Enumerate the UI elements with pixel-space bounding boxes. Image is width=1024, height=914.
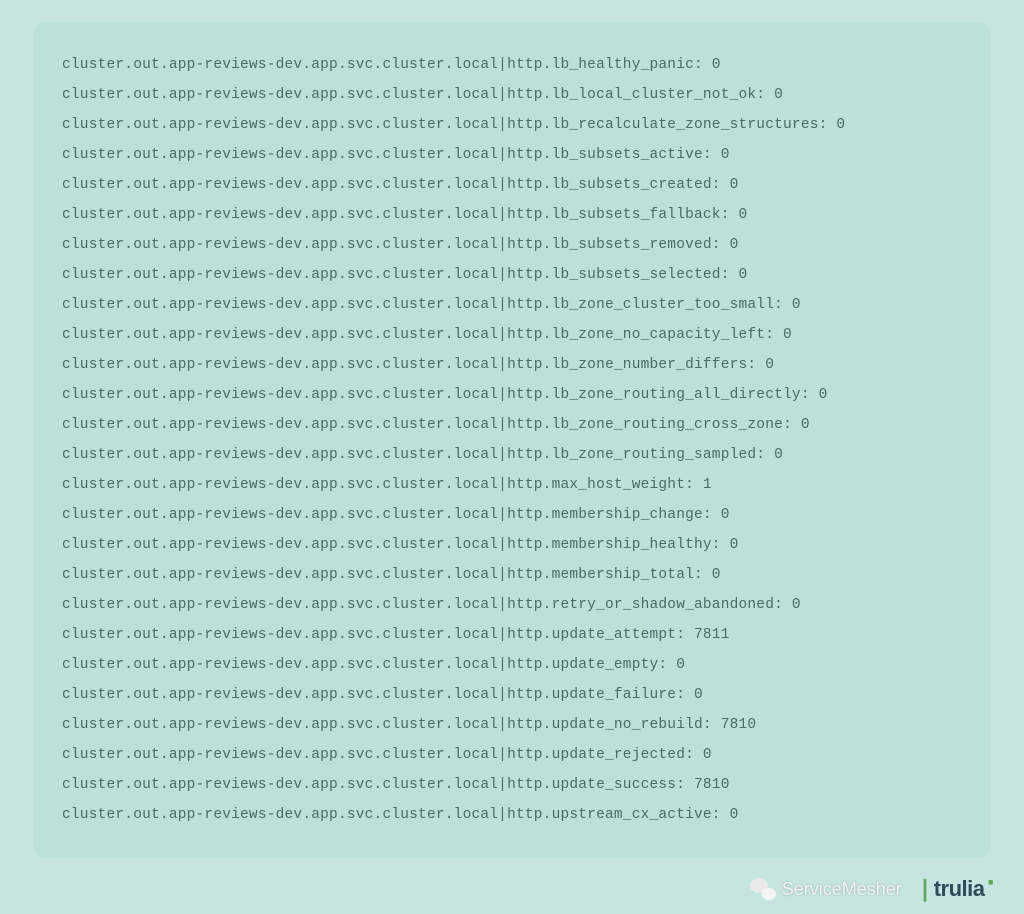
log-line: cluster.out.app-reviews-dev.app.svc.clus…	[62, 650, 962, 680]
log-line: cluster.out.app-reviews-dev.app.svc.clus…	[62, 770, 962, 800]
log-line: cluster.out.app-reviews-dev.app.svc.clus…	[62, 200, 962, 230]
footer: ServiceMesher ❘ trulia ·	[750, 876, 996, 902]
log-line: cluster.out.app-reviews-dev.app.svc.clus…	[62, 230, 962, 260]
log-line: cluster.out.app-reviews-dev.app.svc.clus…	[62, 140, 962, 170]
log-panel: cluster.out.app-reviews-dev.app.svc.clus…	[34, 22, 990, 858]
log-line: cluster.out.app-reviews-dev.app.svc.clus…	[62, 620, 962, 650]
log-line: cluster.out.app-reviews-dev.app.svc.clus…	[62, 560, 962, 590]
log-line: cluster.out.app-reviews-dev.app.svc.clus…	[62, 530, 962, 560]
trulia-text: trulia	[934, 876, 985, 902]
log-line: cluster.out.app-reviews-dev.app.svc.clus…	[62, 500, 962, 530]
log-line: cluster.out.app-reviews-dev.app.svc.clus…	[62, 260, 962, 290]
log-line: cluster.out.app-reviews-dev.app.svc.clus…	[62, 410, 962, 440]
log-line: cluster.out.app-reviews-dev.app.svc.clus…	[62, 80, 962, 110]
pin-icon: ❘	[916, 876, 934, 902]
wechat-icon	[750, 878, 776, 900]
log-line: cluster.out.app-reviews-dev.app.svc.clus…	[62, 380, 962, 410]
log-line: cluster.out.app-reviews-dev.app.svc.clus…	[62, 290, 962, 320]
wechat-badge: ServiceMesher	[750, 878, 902, 900]
log-line: cluster.out.app-reviews-dev.app.svc.clus…	[62, 800, 962, 830]
wechat-text: ServiceMesher	[782, 879, 902, 900]
log-line: cluster.out.app-reviews-dev.app.svc.clus…	[62, 440, 962, 470]
log-line: cluster.out.app-reviews-dev.app.svc.clus…	[62, 350, 962, 380]
log-line: cluster.out.app-reviews-dev.app.svc.clus…	[62, 740, 962, 770]
trulia-logo: ❘ trulia ·	[916, 876, 996, 902]
log-line: cluster.out.app-reviews-dev.app.svc.clus…	[62, 680, 962, 710]
log-line: cluster.out.app-reviews-dev.app.svc.clus…	[62, 710, 962, 740]
log-line: cluster.out.app-reviews-dev.app.svc.clus…	[62, 590, 962, 620]
log-line: cluster.out.app-reviews-dev.app.svc.clus…	[62, 50, 962, 80]
log-line: cluster.out.app-reviews-dev.app.svc.clus…	[62, 110, 962, 140]
log-line: cluster.out.app-reviews-dev.app.svc.clus…	[62, 320, 962, 350]
log-line: cluster.out.app-reviews-dev.app.svc.clus…	[62, 470, 962, 500]
log-lines: cluster.out.app-reviews-dev.app.svc.clus…	[62, 50, 962, 830]
log-line: cluster.out.app-reviews-dev.app.svc.clus…	[62, 170, 962, 200]
